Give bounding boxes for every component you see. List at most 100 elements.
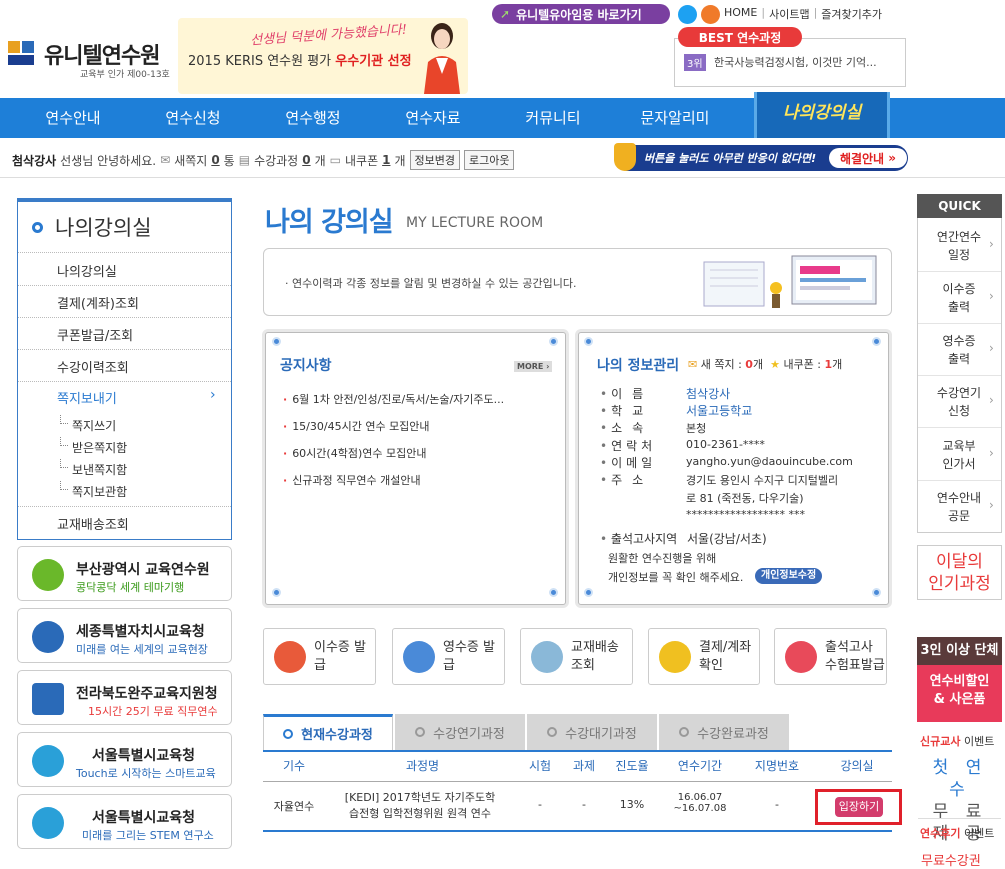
nav-item-community[interactable]: 커뮤니티 [500, 98, 606, 138]
org-banner-seoul-1[interactable]: 서울특별시교육청 Touch로 시작하는 스마트교육 [17, 732, 232, 787]
org-banner-busan[interactable]: 부산광역시 교육연수원 콩닥콩닥 세계 테마기행 [17, 546, 232, 601]
col-header: 시험 [528, 759, 552, 773]
enter-classroom-label: 입장하기 [835, 797, 883, 817]
quick-certificate[interactable]: 이수증 출력 [925, 280, 993, 316]
quick-accreditation[interactable]: 교육부 인가서 [925, 437, 993, 473]
col-header: 진도율 [615, 759, 649, 773]
circle-icon [679, 727, 690, 737]
quick-receipt[interactable]: 영수증 출력 [925, 332, 993, 368]
tab-waiting[interactable]: 수강대기과정 [527, 714, 657, 750]
edit-info-button[interactable]: 정보변경 [409, 150, 460, 170]
nav-item-apply[interactable]: 연수신청 [140, 98, 246, 138]
banner-text: 2015 KERIS 연수원 평가 우수기관 선정 [188, 50, 412, 69]
popular-course-banner[interactable]: 이달의 인기과정 [917, 545, 1002, 600]
logout-button[interactable]: 로그아웃 [464, 150, 515, 170]
course-count[interactable]: 0 [302, 153, 310, 167]
troubleshoot-button[interactable]: 해결안내 » [829, 148, 907, 168]
message-label: 새쪽지 [174, 153, 208, 168]
divider [18, 285, 231, 286]
banner-person-image [424, 23, 460, 94]
notice-item[interactable]: 신규과정 직무연수 개설안내 [283, 472, 420, 488]
bookmark-link[interactable]: 즐겨찾기추가 [821, 6, 882, 22]
uni-teacher-link-label: 유니텔유아임용 바로가기 [516, 7, 642, 22]
corner-dot [584, 337, 593, 346]
org-banner-jeonbuk[interactable]: 전라북도완주교육지원청 15시간 25기 무료 직무연수 [17, 670, 232, 725]
corner-dot [584, 588, 593, 597]
sidebar-item-messages[interactable]: 쪽지보내기 [57, 388, 117, 407]
org-name: 부산광역시 교육연수원 [76, 562, 210, 578]
info-label-email: 이메일 [600, 454, 656, 471]
blog-icon[interactable] [701, 5, 720, 24]
event-label: 이벤트 [963, 827, 995, 840]
nav-item-guide[interactable]: 연수안내 [20, 98, 126, 138]
book-icon: ▤ [238, 153, 251, 167]
sidebar-subitem-archive[interactable]: 쪽지보관함 [59, 481, 127, 500]
info-msg-count[interactable]: 0 [745, 358, 753, 371]
receipt-button[interactable]: 영수증 발급 [392, 628, 505, 685]
home-link[interactable]: HOME [724, 6, 757, 22]
delivery-button[interactable]: 교재배송 조회 [520, 628, 633, 685]
notice-item[interactable]: 60시간(4학점)연수 모집안내 [283, 445, 426, 461]
uni-teacher-link[interactable]: ➚ 유니텔유아임용 바로가기 [492, 4, 670, 24]
qm-line: 출력 [947, 352, 971, 366]
info-coupon-count[interactable]: 1 [825, 358, 833, 371]
org-sub: 미래를 여는 세계의 교육현장 [76, 643, 208, 656]
notice-item[interactable]: 6월 1차 안전/인성/진로/독서/논술/자기주도... [283, 391, 504, 407]
quick-annual-schedule[interactable]: 연간연수 일정 [925, 228, 993, 264]
sidebar-item-payment[interactable]: 결제(계좌)조회 [57, 293, 139, 312]
review-label: 연수후기 [920, 827, 961, 840]
coupon-label: 내쿠폰 [344, 153, 379, 168]
group-discount-banner[interactable]: 3인 이상 단체 연수비할인 & 사은품 [917, 637, 1002, 722]
nav-item-sms[interactable]: 문자알리미 [622, 98, 728, 138]
divider [918, 375, 1001, 376]
best-course-item[interactable]: 한국사능력검정시험, 이것만 기억... [714, 54, 877, 70]
period-start: 16.06.07 [677, 792, 723, 803]
sidebar-item-history[interactable]: 수강이력조회 [57, 357, 129, 376]
cell-period: 16.06.07 ~16.07.08 [660, 792, 740, 814]
circle-icon [283, 728, 294, 739]
notice-more-button[interactable]: MORE › [514, 361, 553, 372]
notice-item[interactable]: 15/30/45시간 연수 모집안내 [283, 418, 429, 434]
nav-item-my-lecture[interactable]: 나의강의실 [754, 92, 890, 138]
divider [18, 317, 231, 318]
payment-button[interactable]: 결제/계좌 확인 [648, 628, 760, 685]
sitemap-link[interactable]: 사이트맵 [769, 6, 809, 22]
sidebar-item-my-lecture[interactable]: 나의강의실 [57, 261, 117, 280]
course-name-line-1: [KEDI] 2017학년도 자기주도학 [344, 791, 496, 804]
sidebar-subitem-write[interactable]: 쪽지쓰기 [59, 415, 116, 434]
review-event-banner[interactable]: 무료수강권 [921, 850, 981, 869]
col-header: 지명번호 [754, 759, 800, 773]
coupon-count[interactable]: 1 [382, 153, 390, 167]
sidebar-subitem-inbox[interactable]: 받은쪽지함 [59, 437, 127, 456]
org-banner-sejong[interactable]: 세종특별자치시교육청 미래를 여는 세계의 교육현장 [17, 608, 232, 663]
exam-ticket-button[interactable]: 출석고사 수험표발급 [774, 628, 887, 685]
envelope-icon: ✉ [688, 358, 698, 371]
divider [18, 506, 231, 507]
sidebar-item-coupon[interactable]: 쿠폰발급/조회 [57, 325, 133, 344]
chevron-right-icon: › [989, 289, 994, 303]
cell-course-name[interactable]: [KEDI] 2017학년도 자기주도학 습전형 입학전형위원 원격 연수 [320, 789, 520, 821]
edit-privacy-button[interactable]: 개인정보수정 [755, 568, 823, 584]
info-coupon-unit: 개 [832, 358, 843, 371]
nav-item-admin[interactable]: 연수행정 [260, 98, 366, 138]
corner-dot [872, 337, 881, 346]
tab-completed[interactable]: 수강완료과정 [659, 714, 789, 750]
divider [918, 427, 1001, 428]
twitter-icon[interactable] [678, 5, 697, 24]
nav-item-resources[interactable]: 연수자료 [380, 98, 486, 138]
quick-postpone[interactable]: 수강연기 신청 [925, 384, 993, 420]
tab-postponed[interactable]: 수강연기과정 [395, 714, 525, 750]
tab-current[interactable]: 현재수강과정 [263, 714, 393, 750]
logo[interactable]: 유니텔연수원 [8, 38, 160, 70]
sidebar-subitem-sent[interactable]: 보낸쪽지함 [59, 459, 127, 478]
enter-classroom-button[interactable]: 입장하기 [815, 789, 902, 825]
banner-text-plain: 2015 KERIS 연수원 평가 [188, 54, 332, 69]
certificate-button[interactable]: 이수증 발급 [263, 628, 376, 685]
quick-official-notice[interactable]: 연수안내 공문 [925, 489, 993, 525]
message-count[interactable]: 0 [211, 153, 219, 167]
sidebar-item-delivery[interactable]: 교재배송조회 [57, 514, 129, 533]
page-title: 나의 강의실 [265, 207, 394, 238]
chevron-right-icon: › [989, 498, 994, 512]
org-banner-seoul-2[interactable]: 서울특별시교육청 미래를 그리는 STEM 연구소 [17, 794, 232, 849]
sidebar-title: 나의강의실 [32, 212, 152, 242]
